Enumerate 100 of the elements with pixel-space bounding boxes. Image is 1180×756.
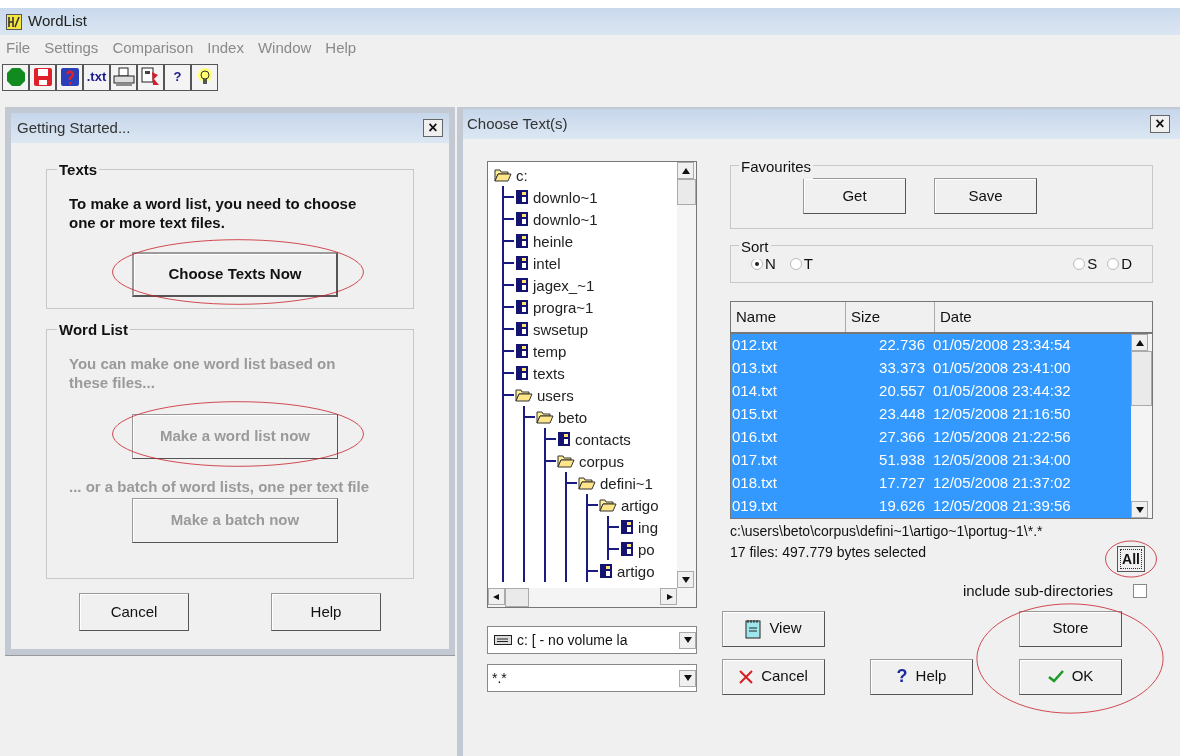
book-icon	[515, 255, 529, 271]
book-icon	[620, 519, 634, 535]
triangle-icon	[683, 675, 692, 681]
tree-item[interactable]: po	[638, 541, 655, 557]
scroll-down-button[interactable]	[1131, 501, 1148, 518]
toolbar-button[interactable]	[56, 63, 83, 91]
scroll-right-button[interactable]	[660, 588, 677, 605]
tree-item[interactable]: ing	[638, 519, 659, 535]
toolbar-button[interactable]	[29, 63, 56, 91]
table-cell-text: 33.373	[878, 358, 925, 379]
tree-item[interactable]: artigo	[621, 497, 659, 513]
tree-item[interactable]: heinle	[533, 233, 574, 249]
dialog-button[interactable]: Cancel	[79, 593, 189, 631]
close-button[interactable]: ×	[423, 119, 443, 137]
tree-item[interactable]: progra~1	[533, 299, 594, 315]
notepad-icon	[745, 618, 762, 639]
table-cell-text: 013.txt	[731, 358, 779, 379]
table-cell-text: 22.736	[878, 335, 925, 356]
toolbar-button[interactable]: .txt	[83, 63, 110, 91]
instruction-text: To make a word list, you need to choose one or more text files.	[69, 194, 358, 232]
dialog-button[interactable]: Help	[271, 593, 381, 631]
help-icon: ?	[896, 663, 908, 690]
choose-texts-button[interactable]: Choose Texts Now	[132, 252, 338, 297]
close-button[interactable]: ×	[1150, 115, 1170, 133]
toolbar-button[interactable]	[2, 63, 29, 91]
favourites-button[interactable]: Get	[803, 178, 906, 214]
selection-summary: 17 files: 497.779 bytes selected	[730, 543, 927, 562]
printer-icon	[112, 67, 135, 87]
scroll-thumb[interactable]	[505, 588, 529, 607]
tree-item[interactable]: texts	[533, 365, 565, 381]
table-cell-text: 27.366	[878, 427, 925, 448]
ok-button[interactable]: OK	[1019, 658, 1122, 695]
view-button[interactable]: View	[722, 610, 825, 647]
column-header[interactable]: Size	[846, 302, 935, 332]
info-text: ... or a batch of word lists, one per text file	[69, 477, 371, 496]
help-button[interactable]: ? Help	[870, 658, 973, 695]
table-cell-text: 51.938	[878, 450, 925, 471]
table-cell-text: 015.txt	[731, 404, 779, 425]
cancel-button[interactable]: Cancel	[722, 658, 825, 695]
triangle-icon	[681, 167, 690, 174]
book-icon	[515, 299, 529, 315]
tree-item[interactable]: intel	[533, 255, 561, 271]
tree-item[interactable]: jagex_~1	[533, 277, 595, 293]
tree-item[interactable]: downlo~1	[533, 211, 598, 227]
favourites-button[interactable]: Save	[934, 178, 1037, 214]
document-pages-icon	[139, 67, 162, 87]
triangle-icon	[1135, 339, 1144, 346]
column-header[interactable]: Date	[935, 302, 1152, 332]
scroll-thumb[interactable]	[1131, 351, 1152, 406]
table-cell-text: 016.txt	[731, 427, 779, 448]
scrollbar[interactable]	[677, 162, 696, 588]
sort-radio[interactable]: S	[1073, 252, 1098, 276]
tree-item[interactable]: users	[537, 387, 574, 403]
toolbar-button[interactable]: ?	[164, 63, 191, 91]
scrollbar[interactable]	[1131, 334, 1152, 518]
tree-item[interactable]: c:	[516, 167, 528, 183]
window-title: WordList	[28, 11, 87, 32]
toolbar-button[interactable]	[191, 63, 218, 91]
book-icon	[557, 431, 571, 447]
column-header[interactable]: Name	[731, 302, 846, 332]
scroll-up-button[interactable]	[1131, 334, 1148, 351]
dropdown-button[interactable]	[679, 669, 696, 687]
tree-item[interactable]: contacts	[575, 431, 631, 447]
table-cell-text: 018.txt	[731, 473, 779, 494]
tree-item[interactable]: downlo~1	[533, 189, 598, 205]
tree-item[interactable]: swsetup	[533, 321, 589, 337]
store-button[interactable]: Store	[1019, 610, 1122, 647]
tree-item[interactable]: corpus	[579, 453, 625, 469]
folder-icon	[536, 410, 554, 424]
drive-dropdown[interactable]: c: [ - no volume la	[487, 626, 697, 654]
scroll-left-button[interactable]	[488, 588, 505, 605]
triangle-icon	[683, 637, 692, 643]
dropdown-button[interactable]	[679, 631, 696, 649]
triangle-icon	[492, 593, 501, 600]
toolbar-button[interactable]	[110, 63, 137, 91]
table-cell-text: 20.557	[878, 381, 925, 402]
table-cell-text: 01/05/2008 23:44:32	[933, 381, 1071, 402]
tree-item[interactable]: artigo	[617, 563, 655, 579]
scrollbar[interactable]	[488, 588, 696, 607]
filter-dropdown[interactable]: *.*	[487, 664, 697, 692]
table-cell-text: 12/05/2008 21:16:50	[933, 404, 1071, 425]
drive-icon	[494, 635, 512, 645]
all-button[interactable]: All	[1117, 546, 1145, 572]
table-cell-text: 012.txt	[731, 335, 779, 356]
book-icon	[515, 277, 529, 293]
scroll-up-button[interactable]	[677, 162, 694, 179]
toolbar-button[interactable]	[137, 63, 164, 91]
tree-item[interactable]: temp	[533, 343, 567, 359]
book-icon	[515, 321, 529, 337]
floppy-icon	[32, 67, 53, 87]
table-cell-text: 12/05/2008 21:34:00	[933, 450, 1071, 471]
checkbox[interactable]	[1133, 584, 1147, 599]
book-icon	[620, 541, 634, 557]
scroll-down-button[interactable]	[677, 571, 694, 588]
scroll-thumb[interactable]	[677, 179, 696, 205]
sort-radio[interactable]: D	[1107, 252, 1132, 276]
tree-item[interactable]: beto	[558, 409, 588, 425]
tree-item[interactable]: defini~1	[600, 475, 653, 491]
book-icon	[599, 563, 613, 579]
sort-radio[interactable]: T	[789, 252, 813, 276]
